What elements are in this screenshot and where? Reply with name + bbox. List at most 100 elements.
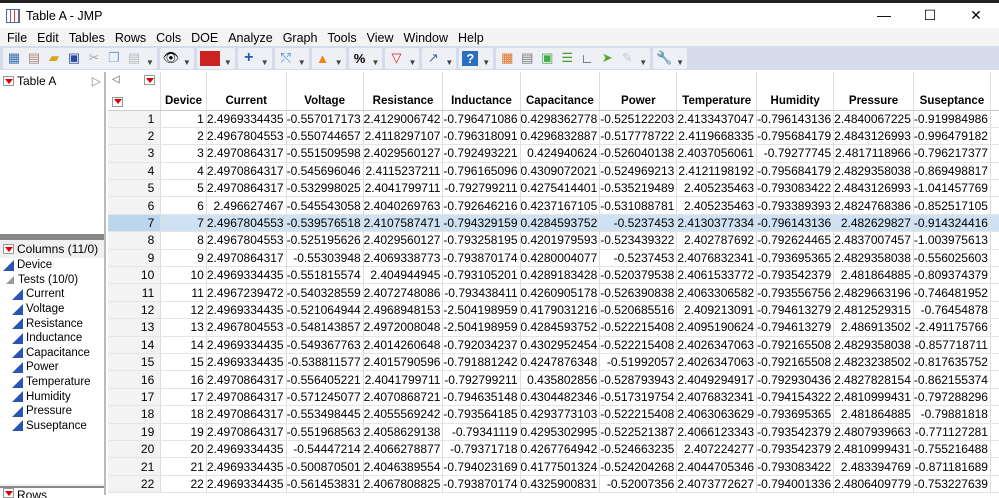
cell-pressure[interactable]: 2.4823238502 xyxy=(833,353,914,372)
cell-pressure[interactable]: 2.4829358038 xyxy=(833,162,914,181)
cell-capacitance[interactable]: 0.4201979593 xyxy=(520,231,601,250)
cell-humidity[interactable]: -0.793695365 xyxy=(756,249,835,268)
cell-pressure[interactable]: 2.486913502 xyxy=(833,318,914,337)
cell-power[interactable]: -0.535219489 xyxy=(599,179,678,198)
cell-temperature[interactable]: 2.4037056061 xyxy=(676,144,758,163)
edit-icon[interactable]: ✎ xyxy=(619,50,635,66)
table-row[interactable]: 6 6 2.496627467 -0.545543058 2.4040269763 -0.… xyxy=(108,196,999,215)
cell-resistance[interactable]: 2.404944945 xyxy=(363,266,444,285)
cell-device[interactable]: 20 xyxy=(160,440,207,459)
cell-humidity[interactable]: -0.792165508 xyxy=(756,336,835,354)
cell-pressure[interactable]: 2.4829358038 xyxy=(833,249,914,268)
cell-current[interactable]: 2.4969334435 xyxy=(206,266,287,285)
cell-temperature[interactable]: 2.4049294917 xyxy=(676,370,758,389)
column-item-humidity[interactable]: Humidity xyxy=(0,389,104,404)
table-row[interactable]: 13 13 2.4967804553 -0.548143857 2.4972008048… xyxy=(108,318,999,337)
cell-temperature[interactable]: 2.405235463 xyxy=(676,196,758,215)
cell-power[interactable]: -0.523439322 xyxy=(599,231,678,250)
cell-suseptance[interactable]: -0.79881818 xyxy=(913,405,991,424)
cell-power[interactable]: -0.51992057 xyxy=(599,353,678,372)
toolbar-overflow-icon[interactable]: ▼ xyxy=(298,58,306,67)
cell-pressure[interactable]: 2.4829663196 xyxy=(833,283,914,302)
bar-icon[interactable]: ☰ xyxy=(559,50,575,66)
cell-resistance[interactable]: 2.4972008048 xyxy=(363,318,444,337)
row-number[interactable]: 17 xyxy=(108,388,162,407)
cell-capacitance[interactable]: 0.4302952454 xyxy=(520,336,601,354)
column-item-capacitance[interactable]: Capacitance xyxy=(0,346,104,361)
cell-inductance[interactable]: -0.792493221 xyxy=(442,144,521,163)
cell-device[interactable]: 15 xyxy=(160,353,207,372)
cell-current[interactable]: 2.4969334435 xyxy=(206,353,287,372)
cell-power[interactable]: -0.526040138 xyxy=(599,144,678,163)
cell-pressure[interactable]: 2.481864885 xyxy=(833,405,914,424)
cell-resistance[interactable]: 2.4968948153 xyxy=(363,301,444,320)
cell-capacitance[interactable]: 0.4237167105 xyxy=(520,196,601,215)
wrench-icon[interactable]: 🔧 xyxy=(656,50,672,66)
cell-humidity[interactable]: -0.794613279 xyxy=(756,318,835,337)
table-row[interactable]: 17 17 2.4970864317 -0.571245077 2.4070868721… xyxy=(108,388,999,407)
cell-pressure[interactable]: 2.4843126993 xyxy=(833,179,914,198)
cell-capacitance[interactable]: 0.4295302995 xyxy=(520,423,601,441)
cell-capacitance[interactable]: 0.4260905178 xyxy=(520,283,601,302)
cell-humidity[interactable]: -0.793083422 xyxy=(756,457,835,476)
cell-humidity[interactable]: -0.793542379 xyxy=(756,423,835,441)
cut-icon[interactable]: ✂ xyxy=(86,50,102,66)
cell-current[interactable]: 2.4969334435 xyxy=(206,475,287,494)
toolbar-overflow-icon[interactable]: ▼ xyxy=(639,58,647,67)
cell-humidity[interactable]: -0.796143136 xyxy=(756,110,835,128)
cell-inductance[interactable]: -0.79341119 xyxy=(442,423,521,441)
cell-capacitance[interactable]: 0.4309072021 xyxy=(520,162,601,181)
cell-power[interactable]: -0.525122203 xyxy=(599,110,678,128)
table-row[interactable]: 20 20 2.4969334435 -0.54447214 2.4066278877-… xyxy=(108,440,999,459)
column-header-temperature[interactable]: Temperature xyxy=(676,72,758,111)
row-number[interactable]: 19 xyxy=(108,423,162,441)
toolbar-overflow-icon[interactable]: ▼ xyxy=(261,58,269,67)
cell-pressure[interactable]: 2.4810999431 xyxy=(833,388,914,407)
cell-suseptance[interactable]: -1.003975613 xyxy=(913,231,991,250)
cell-device[interactable]: 13 xyxy=(160,318,207,337)
cell-capacitance[interactable]: 0.4275414401 xyxy=(520,179,601,198)
column-header-inductance[interactable]: Inductance xyxy=(442,72,521,111)
cell-temperature[interactable]: 2.4095190624 xyxy=(676,318,758,337)
cell-current[interactable]: 2.4970864317 xyxy=(206,162,287,181)
cell-voltage[interactable]: -0.500870501 xyxy=(286,457,364,476)
cell-power[interactable]: -0.522215408 xyxy=(599,318,678,337)
cell-resistance[interactable]: 2.4015790596 xyxy=(363,353,444,372)
cell-inductance[interactable]: -0.794635148 xyxy=(442,388,521,407)
cell-device[interactable]: 3 xyxy=(160,144,207,163)
cell-current[interactable]: 2.4970864317 xyxy=(206,370,287,389)
menu-window[interactable]: Window xyxy=(401,31,455,45)
column-header-voltage[interactable]: Voltage xyxy=(286,72,364,111)
cell-resistance[interactable]: 2.4069338773 xyxy=(363,249,444,268)
save-icon[interactable]: ▣ xyxy=(66,50,82,66)
table-row[interactable]: 3 3 2.4970864317 -0.551509598 2.4029560127 -0… xyxy=(108,144,999,163)
row-number[interactable]: 3 xyxy=(108,144,162,163)
cell-temperature[interactable]: 2.4063063629 xyxy=(676,405,758,424)
cell-resistance[interactable]: 2.4029560127 xyxy=(363,144,444,163)
cell-capacitance[interactable]: 0.4296832887 xyxy=(520,127,601,146)
cell-power[interactable]: -0.531088781 xyxy=(599,196,678,215)
grid-menu-icon[interactable] xyxy=(144,75,156,85)
menu-doe[interactable]: DOE xyxy=(188,31,225,45)
cell-device[interactable]: 9 xyxy=(160,249,207,268)
cell-voltage[interactable]: -0.553498445 xyxy=(286,405,364,424)
cell-voltage[interactable]: -0.550744657 xyxy=(286,127,364,146)
cell-temperature[interactable]: 2.405235463 xyxy=(676,179,758,198)
cell-suseptance[interactable]: -0.797288296 xyxy=(913,388,991,407)
filter-icon[interactable]: ▽ xyxy=(388,50,404,66)
cell-temperature[interactable]: 2.402787692 xyxy=(676,231,758,250)
cell-device[interactable]: 8 xyxy=(160,231,207,250)
menu-file[interactable]: File xyxy=(4,31,34,45)
row-number[interactable]: 10 xyxy=(108,266,162,285)
cell-current[interactable]: 2.4969334435 xyxy=(206,457,287,476)
cell-resistance[interactable]: 2.4118297107 xyxy=(363,127,444,146)
cell-current[interactable]: 2.4967239472 xyxy=(206,283,287,302)
jsl-icon[interactable] xyxy=(199,50,220,66)
group-expand-icon[interactable] xyxy=(6,275,14,284)
cell-temperature[interactable]: 2.4076832341 xyxy=(676,249,758,268)
menu-tools[interactable]: Tools xyxy=(324,31,363,45)
cell-suseptance[interactable]: -0.746481952 xyxy=(913,283,991,302)
row-number[interactable]: 18 xyxy=(108,405,162,424)
toolbar-overflow-icon[interactable]: ▼ xyxy=(445,58,453,67)
cell-capacitance[interactable]: 0.4267764942 xyxy=(520,440,601,459)
